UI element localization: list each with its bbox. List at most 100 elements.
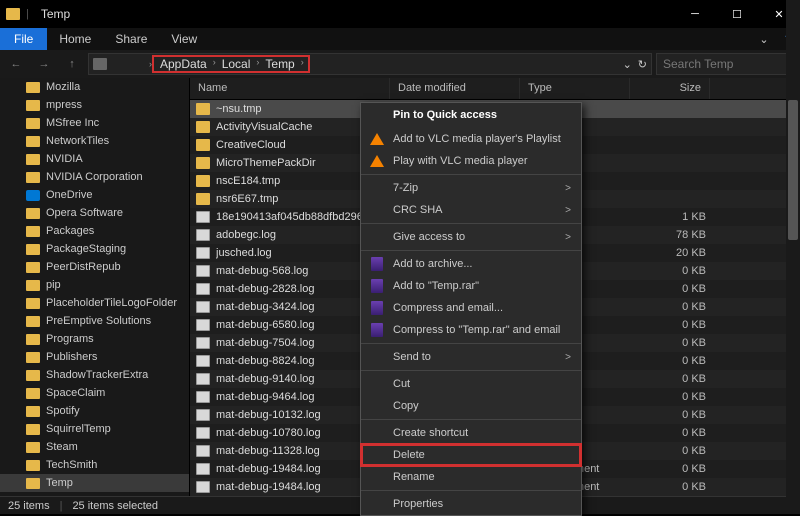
tree-item[interactable]: PeerDistRepub: [0, 258, 189, 276]
ctx-copy[interactable]: Copy: [361, 395, 581, 417]
forward-button[interactable]: →: [32, 53, 56, 75]
tree-item[interactable]: Opera Software: [0, 204, 189, 222]
tree-item-label: Publishers: [46, 351, 97, 363]
back-button[interactable]: ←: [4, 53, 28, 75]
submenu-arrow-icon: >: [565, 205, 571, 216]
file-icon: [196, 427, 210, 439]
tree-item[interactable]: OneDrive: [0, 186, 189, 204]
tree-item[interactable]: This PC: [0, 492, 189, 496]
ctx-label: Add to archive...: [393, 258, 571, 270]
address-dropdown-icon[interactable]: ⌄: [623, 58, 632, 71]
ctx-compress-to-temp-rar-and-email[interactable]: Compress to "Temp.rar" and email: [361, 319, 581, 341]
folder-icon: [26, 100, 40, 111]
ctx-add-to-temp-rar-[interactable]: Add to "Temp.rar": [361, 275, 581, 297]
tree-item[interactable]: SpaceClaim: [0, 384, 189, 402]
tree-item-label: Packages: [46, 225, 94, 237]
ctx-give-access-to[interactable]: Give access to>: [361, 226, 581, 248]
up-button[interactable]: ↑: [60, 53, 84, 75]
folder-icon: [26, 424, 40, 435]
list-scrollbar[interactable]: [786, 78, 800, 496]
refresh-icon[interactable]: ↻: [638, 58, 647, 71]
ctx-cut[interactable]: Cut: [361, 373, 581, 395]
search-input[interactable]: Search Temp: [656, 53, 796, 75]
ribbon: File Home Share View ⌄ ?: [0, 28, 800, 50]
folder-icon: [196, 193, 210, 205]
tree-item[interactable]: mpress: [0, 96, 189, 114]
ctx-7-zip[interactable]: 7-Zip>: [361, 177, 581, 199]
file-menu[interactable]: File: [0, 28, 47, 50]
breadcrumb-local[interactable]: Local: [218, 57, 255, 71]
tree-item-label: This PC: [46, 495, 85, 496]
minimize-button[interactable]: ─: [674, 0, 716, 28]
tree-item[interactable]: SquirrelTemp: [0, 420, 189, 438]
ctx-label: Compress to "Temp.rar" and email: [393, 324, 571, 336]
col-name[interactable]: Name: [190, 78, 390, 99]
tree-item[interactable]: NVIDIA: [0, 150, 189, 168]
tree-item[interactable]: NetworkTiles: [0, 132, 189, 150]
file-size: 1 KB: [636, 211, 706, 223]
navigation-bar: ← → ↑ › AppData › Local › Temp › ⌄ ↻ Sea…: [0, 50, 800, 78]
ctx-compress-and-email-[interactable]: Compress and email...: [361, 297, 581, 319]
ctx-crc-sha[interactable]: CRC SHA>: [361, 199, 581, 221]
blank-icon: [369, 398, 385, 414]
tree-item[interactable]: TechSmith: [0, 456, 189, 474]
file-size: 0 KB: [636, 337, 706, 349]
ctx-properties[interactable]: Properties: [361, 493, 581, 515]
file-size: 0 KB: [636, 283, 706, 295]
navigation-tree[interactable]: MozillampressMSfree IncNetworkTilesNVIDI…: [0, 78, 190, 496]
winrar-icon: [369, 300, 385, 316]
maximize-button[interactable]: ☐: [716, 0, 758, 28]
folder-icon: [26, 352, 40, 363]
tree-item[interactable]: ShadowTrackerExtra: [0, 366, 189, 384]
ctx-pin-to-quick-access[interactable]: Pin to Quick access: [361, 103, 581, 128]
tree-item[interactable]: Temp: [0, 474, 189, 492]
tree-item-label: pip: [46, 279, 61, 291]
tree-item[interactable]: Programs: [0, 330, 189, 348]
ctx-label: 7-Zip: [393, 182, 557, 194]
col-size[interactable]: Size: [630, 78, 710, 99]
file-size: 0 KB: [636, 445, 706, 457]
tab-view[interactable]: View: [159, 28, 209, 50]
ctx-create-shortcut[interactable]: Create shortcut: [361, 422, 581, 444]
breadcrumb-temp[interactable]: Temp: [261, 57, 298, 71]
tree-item[interactable]: Spotify: [0, 402, 189, 420]
breadcrumb-appdata[interactable]: AppData: [156, 57, 211, 71]
breadcrumb-highlight: AppData › Local › Temp ›: [152, 55, 310, 73]
tree-item[interactable]: PlaceholderTileLogoFolder: [0, 294, 189, 312]
tree-item-label: TechSmith: [46, 459, 97, 471]
ctx-label: Compress and email...: [393, 302, 571, 314]
folder-icon: [26, 262, 40, 273]
tab-home[interactable]: Home: [47, 28, 103, 50]
tree-item[interactable]: Mozilla: [0, 78, 189, 96]
ctx-label: Create shortcut: [393, 427, 571, 439]
tree-item[interactable]: Steam: [0, 438, 189, 456]
ctx-rename[interactable]: Rename: [361, 466, 581, 488]
tree-item[interactable]: PreEmptive Solutions: [0, 312, 189, 330]
column-headers[interactable]: Name Date modified Type Size: [190, 78, 800, 100]
tree-item[interactable]: MSfree Inc: [0, 114, 189, 132]
file-icon: [196, 301, 210, 313]
tree-item[interactable]: pip: [0, 276, 189, 294]
blank-icon: [369, 349, 385, 365]
file-icon: [196, 445, 210, 457]
folder-icon: [196, 103, 210, 115]
tree-item[interactable]: Publishers: [0, 348, 189, 366]
tree-item[interactable]: Packages: [0, 222, 189, 240]
ctx-label: Play with VLC media player: [393, 155, 571, 167]
tree-item[interactable]: NVIDIA Corporation: [0, 168, 189, 186]
file-size: 0 KB: [636, 463, 706, 475]
address-bar[interactable]: › AppData › Local › Temp › ⌄ ↻: [88, 53, 652, 75]
ctx-delete[interactable]: Delete: [361, 444, 581, 466]
submenu-arrow-icon: >: [565, 232, 571, 243]
tab-share[interactable]: Share: [103, 28, 159, 50]
ctx-send-to[interactable]: Send to>: [361, 346, 581, 368]
tree-item[interactable]: PackageStaging: [0, 240, 189, 258]
ctx-add-to-archive-[interactable]: Add to archive...: [361, 253, 581, 275]
col-type[interactable]: Type: [520, 78, 630, 99]
col-date[interactable]: Date modified: [390, 78, 520, 99]
ctx-add-to-vlc-media-player-s-playlist[interactable]: Add to VLC media player's Playlist: [361, 128, 581, 150]
ribbon-expand-icon[interactable]: ⌄: [752, 28, 776, 50]
folder-icon: [26, 208, 40, 219]
ctx-play-with-vlc-media-player[interactable]: Play with VLC media player: [361, 150, 581, 172]
folder-icon: [6, 8, 20, 20]
